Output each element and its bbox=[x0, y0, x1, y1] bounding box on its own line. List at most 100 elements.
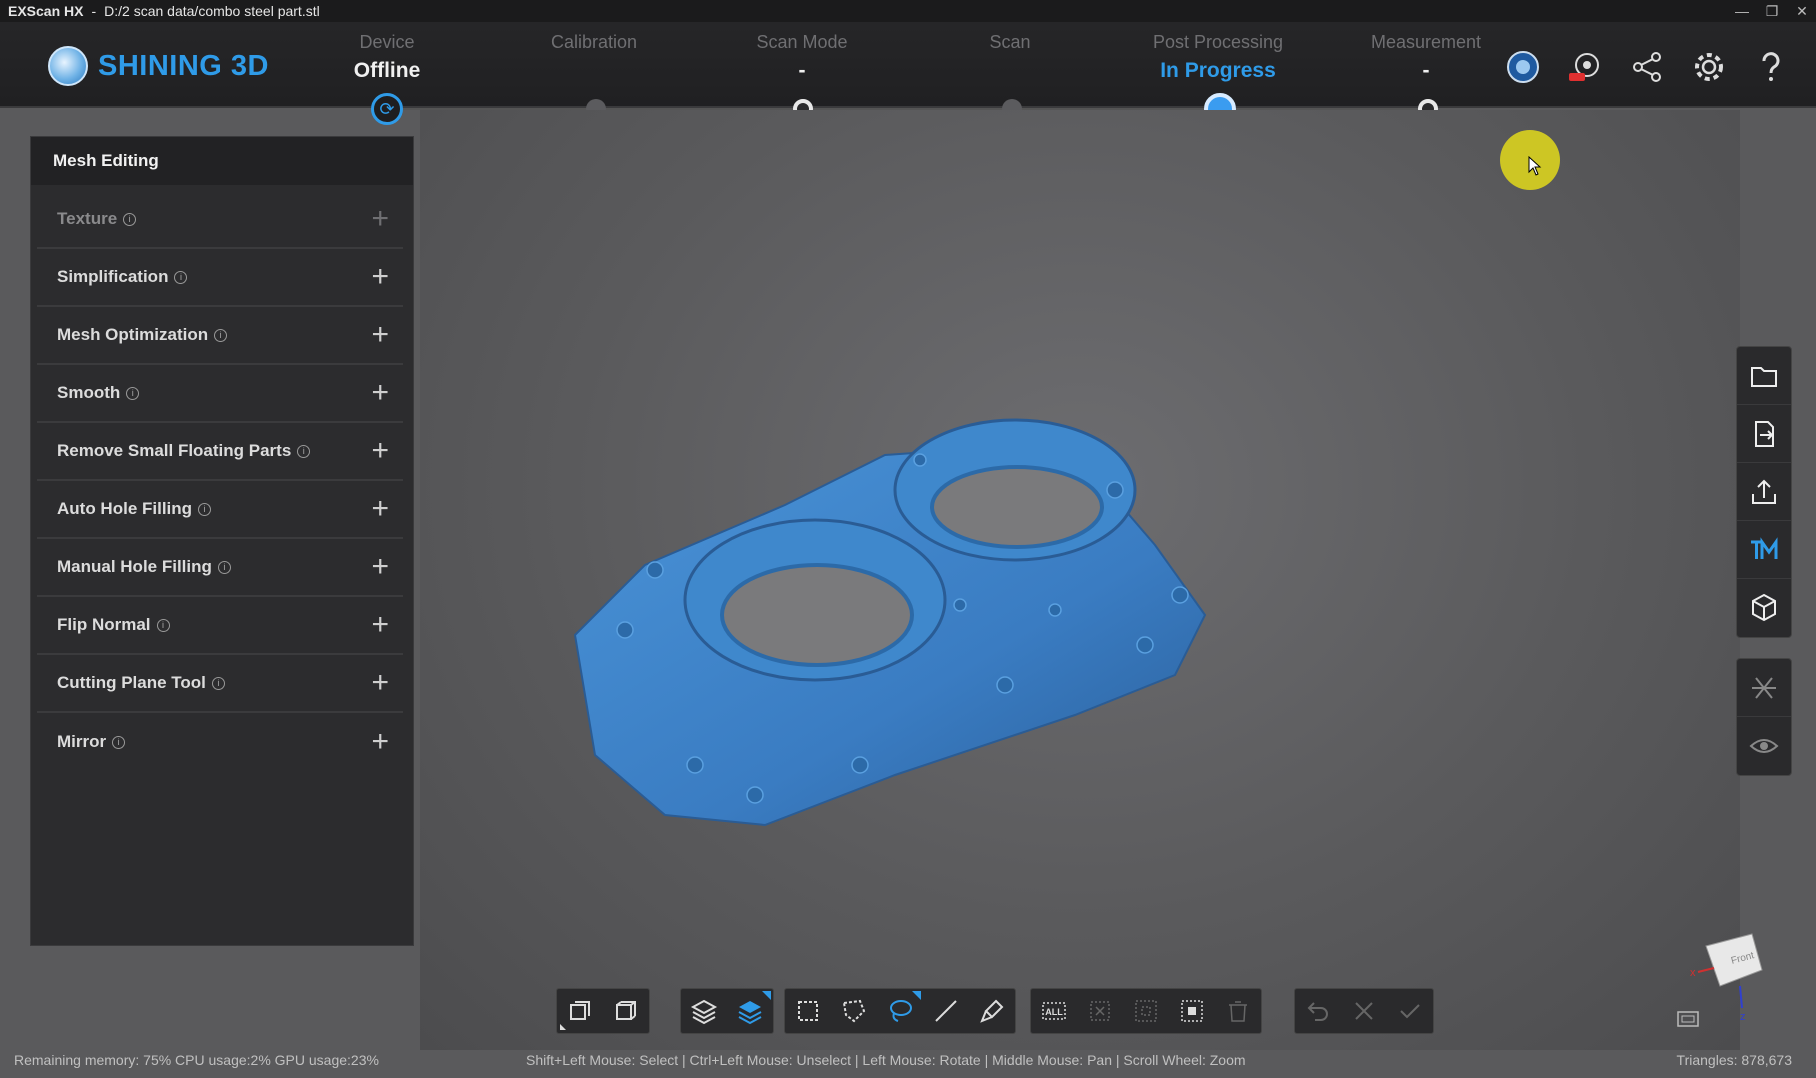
minimize-button[interactable]: — bbox=[1734, 3, 1750, 19]
expand-plus-icon[interactable]: + bbox=[371, 610, 389, 640]
expand-plus-icon[interactable]: + bbox=[371, 668, 389, 698]
info-icon[interactable]: i bbox=[297, 444, 311, 458]
info-icon[interactable]: i bbox=[214, 328, 228, 342]
model-icon[interactable] bbox=[1502, 46, 1544, 88]
step-measurement[interactable]: Measurement - bbox=[1336, 32, 1516, 83]
polygon-select-icon[interactable] bbox=[831, 989, 877, 1033]
bottom-toolbar-selection bbox=[784, 988, 1016, 1034]
rectangle-select-icon[interactable] bbox=[785, 989, 831, 1033]
step-scan-mode[interactable]: Scan Mode - bbox=[712, 32, 892, 83]
restore-button[interactable]: ❐ bbox=[1764, 3, 1780, 20]
expand-plus-icon[interactable]: + bbox=[371, 552, 389, 582]
info-icon[interactable]: i bbox=[156, 618, 170, 632]
mesh-editing-panel: Mesh Editing Texture i + Simplification i … bbox=[30, 136, 414, 946]
step-post-processing[interactable]: Post Processing In Progress bbox=[1128, 32, 1308, 83]
tool-simplification[interactable]: Simplification i + bbox=[37, 249, 403, 307]
tool-auto-hole-filling[interactable]: Auto Hole Filling i + bbox=[37, 481, 403, 539]
tool-label: Manual Hole Filling bbox=[57, 557, 212, 576]
cross-section-icon[interactable] bbox=[1737, 659, 1791, 717]
layers-icon[interactable] bbox=[681, 989, 727, 1033]
step-value bbox=[504, 59, 684, 83]
step-value: In Progress bbox=[1160, 59, 1276, 82]
bottom-toolbar-edit: ALL bbox=[1030, 988, 1262, 1034]
bottom-toolbar-view bbox=[556, 988, 650, 1034]
info-icon[interactable]: i bbox=[123, 212, 137, 226]
info-icon[interactable]: i bbox=[217, 560, 231, 574]
step-scan[interactable]: Scan bbox=[920, 32, 1100, 83]
undo-icon[interactable] bbox=[1295, 989, 1341, 1033]
invert-select-icon[interactable] bbox=[1123, 989, 1169, 1033]
tool-mesh-optimization[interactable]: Mesh Optimization i + bbox=[37, 307, 403, 365]
tool-label: Flip Normal bbox=[57, 615, 151, 634]
step-label: Scan bbox=[989, 32, 1031, 52]
brush-select-icon[interactable] bbox=[969, 989, 1015, 1033]
tool-remove-small-floating-parts[interactable]: Remove Small Floating Parts i + bbox=[37, 423, 403, 481]
select-all-icon[interactable]: ALL bbox=[1031, 989, 1077, 1033]
step-device[interactable]: Device Offline bbox=[297, 32, 477, 83]
new-feature-icon[interactable] bbox=[1564, 46, 1606, 88]
expand-plus-icon[interactable]: + bbox=[371, 204, 389, 234]
device-sync-icon[interactable]: ⟳ bbox=[371, 93, 403, 125]
select-through-icon[interactable] bbox=[557, 989, 603, 1033]
tool-flip-normal[interactable]: Flip Normal i + bbox=[37, 597, 403, 655]
lasso-select-icon[interactable] bbox=[877, 989, 923, 1033]
select-connected-icon[interactable] bbox=[1169, 989, 1215, 1033]
select-all-label: ALL bbox=[1045, 1007, 1063, 1017]
tool-cutting-plane[interactable]: Cutting Plane Tool i + bbox=[37, 655, 403, 713]
info-icon[interactable]: i bbox=[112, 735, 126, 749]
tool-label: Mirror bbox=[57, 732, 107, 751]
select-visible-icon[interactable] bbox=[603, 989, 649, 1033]
expand-plus-icon[interactable]: + bbox=[371, 436, 389, 466]
expand-plus-icon[interactable]: + bbox=[371, 262, 389, 292]
tool-label: Mesh Optimization bbox=[57, 325, 209, 344]
tool-mirror[interactable]: Mirror i + bbox=[37, 713, 403, 771]
view-cube[interactable]: Front x z bbox=[1662, 928, 1772, 1028]
tool-texture[interactable]: Texture i + bbox=[37, 191, 403, 249]
cancel-icon[interactable] bbox=[1341, 989, 1387, 1033]
expand-plus-icon[interactable]: + bbox=[371, 320, 389, 350]
export-icon[interactable] bbox=[1737, 463, 1791, 521]
mesh-model[interactable] bbox=[555, 395, 1215, 835]
mouse-cursor-icon bbox=[1528, 156, 1542, 176]
tool-label: Texture bbox=[57, 209, 118, 228]
cube-icon[interactable] bbox=[1737, 579, 1791, 637]
system-usage: Remaining memory: 75% CPU usage:2% GPU u… bbox=[14, 1052, 379, 1068]
axis-x-label: x bbox=[1690, 967, 1696, 979]
step-calibration[interactable]: Calibration bbox=[504, 32, 684, 83]
axis-z-label: z bbox=[1740, 1011, 1746, 1023]
logo-text: SHINING 3D bbox=[98, 49, 269, 82]
tool-label: Smooth bbox=[57, 383, 121, 402]
tm-icon[interactable] bbox=[1737, 521, 1791, 579]
status-bar: Remaining memory: 75% CPU usage:2% GPU u… bbox=[0, 1048, 1816, 1074]
title-separator: - bbox=[91, 3, 97, 19]
delete-icon[interactable] bbox=[1215, 989, 1261, 1033]
step-value bbox=[920, 59, 1100, 83]
expand-plus-icon[interactable]: + bbox=[371, 727, 389, 757]
tool-label: Auto Hole Filling bbox=[57, 499, 193, 518]
close-button[interactable]: ✕ bbox=[1794, 3, 1810, 20]
step-label: Device bbox=[359, 32, 415, 52]
right-toolbar-secondary bbox=[1736, 658, 1792, 776]
share-icon[interactable] bbox=[1626, 46, 1668, 88]
help-icon[interactable] bbox=[1750, 46, 1792, 88]
layers-active-icon[interactable] bbox=[727, 989, 773, 1033]
deselect-icon[interactable] bbox=[1077, 989, 1123, 1033]
line-select-icon[interactable] bbox=[923, 989, 969, 1033]
expand-plus-icon[interactable]: + bbox=[371, 378, 389, 408]
step-label: Post Processing bbox=[1152, 32, 1284, 52]
visibility-icon[interactable] bbox=[1737, 717, 1791, 775]
file-path: D:/2 scan data/combo steel part.stl bbox=[104, 3, 320, 19]
info-icon[interactable]: i bbox=[126, 386, 140, 400]
settings-icon[interactable] bbox=[1688, 46, 1730, 88]
apply-icon[interactable] bbox=[1387, 989, 1433, 1033]
import-icon[interactable] bbox=[1737, 405, 1791, 463]
tool-manual-hole-filling[interactable]: Manual Hole Filling i + bbox=[37, 539, 403, 597]
info-icon[interactable]: i bbox=[211, 676, 225, 690]
panel-title: Mesh Editing bbox=[31, 137, 413, 185]
step-label: Measurement bbox=[1370, 32, 1482, 52]
info-icon[interactable]: i bbox=[198, 502, 212, 516]
tool-smooth[interactable]: Smooth i + bbox=[37, 365, 403, 423]
expand-plus-icon[interactable]: + bbox=[371, 494, 389, 524]
info-icon[interactable]: i bbox=[174, 270, 188, 284]
open-folder-icon[interactable] bbox=[1737, 347, 1791, 405]
